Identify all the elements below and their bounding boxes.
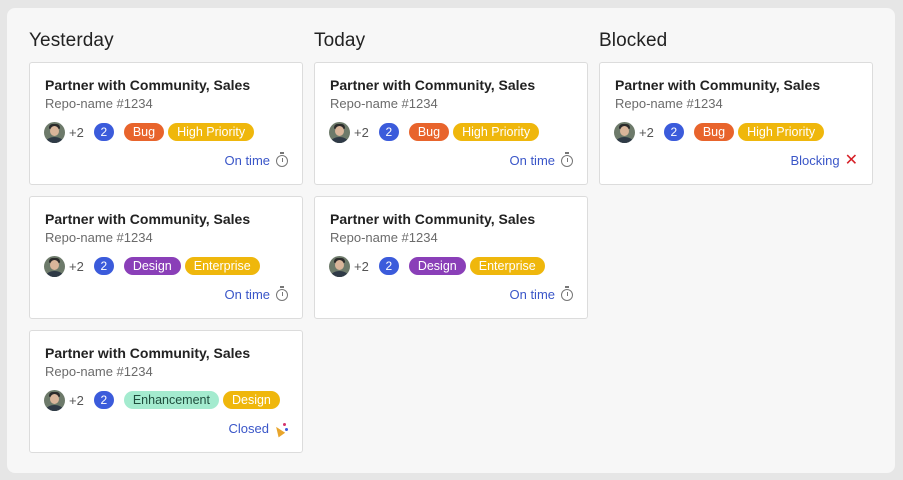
task-card[interactable]: Partner with Community, Sales Repo-name … <box>599 62 873 185</box>
tag-label[interactable]: Enterprise <box>184 257 260 275</box>
stopwatch-icon <box>276 285 288 301</box>
tag-label[interactable]: Bug <box>123 123 165 141</box>
count-badge: 2 <box>378 123 399 141</box>
tag-label[interactable]: Design <box>123 257 181 275</box>
card-repo: Repo-name #1234 <box>330 230 438 245</box>
card-repo: Repo-name #1234 <box>330 96 438 111</box>
card-meta: +2 2 Bug High Priority <box>44 121 258 143</box>
card-status: On time <box>509 151 573 168</box>
count-badge: 2 <box>378 257 399 275</box>
assignee-overflow-count[interactable]: +2 <box>69 393 84 408</box>
close-x-icon: ✕ <box>844 151 858 169</box>
assignee-overflow-count[interactable]: +2 <box>69 259 84 274</box>
card-status: Blocking ✕ <box>790 151 858 169</box>
status-text: Blocking <box>790 153 840 168</box>
card-meta: +2 2 Bug High Priority <box>329 121 543 143</box>
stopwatch-icon <box>561 151 573 167</box>
card-meta: +2 2 Design Enterprise <box>329 255 549 277</box>
column-title: Today <box>314 30 366 51</box>
avatar[interactable] <box>614 121 635 143</box>
card-meta: +2 2 Design Enterprise <box>44 255 264 277</box>
count-badge: 2 <box>93 123 114 141</box>
card-status: Closed <box>228 421 288 437</box>
stopwatch-icon <box>276 151 288 167</box>
tag-label[interactable]: Design <box>222 391 280 409</box>
status-text: On time <box>224 287 270 302</box>
card-title: Partner with Community, Sales <box>45 211 251 227</box>
card-repo: Repo-name #1234 <box>615 96 723 111</box>
task-card[interactable]: Partner with Community, Sales Repo-name … <box>314 196 588 319</box>
task-card[interactable]: Partner with Community, Sales Repo-name … <box>314 62 588 185</box>
card-status: On time <box>509 285 573 302</box>
tag-label[interactable]: Enhancement <box>123 391 219 409</box>
status-text: On time <box>509 287 555 302</box>
stopwatch-icon <box>561 285 573 301</box>
card-title: Partner with Community, Sales <box>330 77 536 93</box>
kanban-board: Yesterday Partner with Community, Sales … <box>7 8 895 473</box>
status-text: Closed <box>228 421 269 436</box>
task-card[interactable]: Partner with Community, Sales Repo-name … <box>29 330 303 453</box>
status-text: On time <box>224 153 270 168</box>
task-card[interactable]: Partner with Community, Sales Repo-name … <box>29 62 303 185</box>
tag-label[interactable]: Enterprise <box>469 257 545 275</box>
card-repo: Repo-name #1234 <box>45 96 153 111</box>
card-meta: +2 2 Bug High Priority <box>614 121 828 143</box>
column-title: Yesterday <box>29 30 114 51</box>
tag-label[interactable]: High Priority <box>453 123 540 141</box>
card-title: Partner with Community, Sales <box>45 77 251 93</box>
card-title: Partner with Community, Sales <box>615 77 821 93</box>
count-badge: 2 <box>663 123 684 141</box>
assignee-overflow-count[interactable]: +2 <box>354 125 369 140</box>
count-badge: 2 <box>93 391 114 409</box>
status-text: On time <box>509 153 555 168</box>
tag-label[interactable]: Bug <box>693 123 735 141</box>
card-repo: Repo-name #1234 <box>45 230 153 245</box>
avatar[interactable] <box>44 121 65 143</box>
card-status: On time <box>224 151 288 168</box>
card-repo: Repo-name #1234 <box>45 364 153 379</box>
task-card[interactable]: Partner with Community, Sales Repo-name … <box>29 196 303 319</box>
column-title: Blocked <box>599 30 668 51</box>
avatar[interactable] <box>44 389 65 411</box>
card-title: Partner with Community, Sales <box>330 211 536 227</box>
card-meta: +2 2 Enhancement Design <box>44 389 284 411</box>
assignee-overflow-count[interactable]: +2 <box>69 125 84 140</box>
avatar[interactable] <box>329 255 350 277</box>
card-status: On time <box>224 285 288 302</box>
tag-label[interactable]: Design <box>408 257 466 275</box>
assignee-overflow-count[interactable]: +2 <box>354 259 369 274</box>
avatar[interactable] <box>44 255 65 277</box>
count-badge: 2 <box>93 257 114 275</box>
tag-label[interactable]: High Priority <box>738 123 825 141</box>
tag-label[interactable]: Bug <box>408 123 450 141</box>
avatar[interactable] <box>329 121 350 143</box>
card-title: Partner with Community, Sales <box>45 345 251 361</box>
assignee-overflow-count[interactable]: +2 <box>639 125 654 140</box>
tag-label[interactable]: High Priority <box>168 123 255 141</box>
party-popper-icon <box>272 422 288 437</box>
